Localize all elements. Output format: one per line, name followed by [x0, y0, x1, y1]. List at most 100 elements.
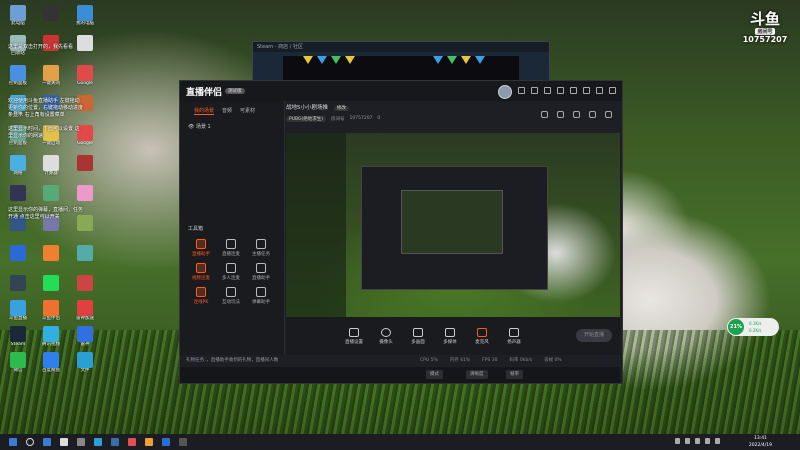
- desktop-icon[interactable]: 文件: [70, 352, 100, 374]
- desktop-icon[interactable]: 网络: [3, 155, 33, 177]
- room-title[interactable]: 战地5小小剧场推: [286, 105, 328, 111]
- shop-icon[interactable]: [557, 111, 564, 118]
- desktop-icon[interactable]: 控制面板: [3, 65, 33, 87]
- system-clock[interactable]: 13:41 2022/4/19: [749, 435, 772, 449]
- desktop-icon[interactable]: [70, 245, 100, 261]
- desktop-icon[interactable]: [36, 275, 66, 291]
- tool-label: 互动玩法: [222, 300, 240, 305]
- search-icon[interactable]: [26, 438, 34, 446]
- shield-icon[interactable]: [675, 438, 680, 444]
- app-icon: [77, 185, 93, 201]
- maximize-icon[interactable]: [596, 87, 603, 94]
- desktop-icon-label: 此电脑: [11, 21, 25, 26]
- network-monitor[interactable]: 21% 0.1K/s 0.2K/s: [727, 318, 779, 336]
- app-icon: [10, 155, 26, 171]
- taskbar-app-icon[interactable]: [162, 438, 170, 446]
- desktop-icon[interactable]: 计算器: [36, 155, 66, 177]
- desktop-icon[interactable]: 斗鱼伴侣: [36, 300, 66, 322]
- tool-button[interactable]: 直播助手: [186, 239, 216, 257]
- desktop-icon[interactable]: [36, 5, 66, 21]
- user-icon[interactable]: [573, 111, 580, 118]
- skin-icon[interactable]: [518, 87, 525, 94]
- edit-room-button[interactable]: 修改: [333, 106, 349, 111]
- close-icon[interactable]: [609, 87, 616, 94]
- tool-button[interactable]: 互动玩法: [216, 287, 246, 305]
- live-settings-button[interactable]: 直播设置: [340, 327, 368, 345]
- microphone-button[interactable]: 麦克风: [468, 327, 496, 345]
- desktop-icon[interactable]: [70, 275, 100, 291]
- minimize-icon[interactable]: [583, 87, 590, 94]
- tool-button[interactable]: 连线PK: [186, 287, 216, 305]
- network-icon[interactable]: [695, 438, 700, 444]
- tool-button[interactable]: 多人连麦: [216, 263, 246, 281]
- desktop-icon[interactable]: 微信: [3, 352, 33, 374]
- tool-label: 连线PK: [193, 300, 209, 305]
- desktop-icon[interactable]: 此电脑: [3, 5, 33, 27]
- desktop-icon[interactable]: 我的电脑: [70, 5, 100, 27]
- taskbar-app-icon[interactable]: [94, 438, 102, 446]
- menu-icon[interactable]: [570, 87, 577, 94]
- camera-button[interactable]: 摄像头: [372, 327, 400, 345]
- taskbar-app-icon[interactable]: [77, 438, 85, 446]
- bell-icon[interactable]: [589, 111, 596, 118]
- desktop-icon[interactable]: 百度网盘: [36, 352, 66, 374]
- app-titlebar[interactable]: 直播伴侣 测试版: [180, 81, 622, 101]
- desktop-icon[interactable]: 腾讯视频: [36, 326, 66, 348]
- desktop-icon[interactable]: Steam: [3, 326, 33, 348]
- avatar[interactable]: [498, 85, 512, 99]
- quality-select[interactable]: 清晰度: [466, 370, 488, 379]
- desktop-icon[interactable]: [70, 185, 100, 201]
- tool-button[interactable]: 直播助手: [246, 263, 276, 281]
- speaker-button[interactable]: 扬声器: [500, 327, 528, 345]
- desktop-icon[interactable]: [3, 185, 33, 201]
- desktop-icon[interactable]: 雷神加速: [70, 300, 100, 322]
- streaming-companion-window[interactable]: 直播伴侣 测试版 我的场景 音频 可素材 👁 场景 1 工具箱 直播助手 直播连麦…: [179, 80, 623, 384]
- tab-audio[interactable]: 音频: [222, 107, 232, 115]
- bag-icon[interactable]: [544, 87, 551, 94]
- tool-button[interactable]: 弹幕助手: [246, 287, 276, 305]
- tool-button[interactable]: 视频连麦: [186, 263, 216, 281]
- taskbar-app-icon[interactable]: [128, 438, 136, 446]
- multi-screen-button[interactable]: 多画面: [404, 327, 432, 345]
- room-label: 房间号: [755, 28, 775, 35]
- tab-my-scenes[interactable]: 我的场景: [194, 107, 215, 115]
- taskbar-app-icon[interactable]: [60, 438, 68, 446]
- room-icons: [541, 111, 612, 118]
- message-icon[interactable]: [531, 87, 538, 94]
- desktop-icon[interactable]: [3, 245, 33, 261]
- desktop-icon[interactable]: [70, 155, 100, 171]
- start-live-button[interactable]: 开始直播: [576, 329, 612, 342]
- desktop-icon[interactable]: 一键关闭: [36, 65, 66, 87]
- battery-icon[interactable]: [705, 438, 710, 444]
- speaker-icon[interactable]: [685, 438, 690, 444]
- stream-preview[interactable]: [286, 133, 620, 317]
- taskbar-app-icon[interactable]: [179, 438, 187, 446]
- desktop-icon[interactable]: 雷神: [70, 326, 100, 348]
- mode-select[interactable]: 模式: [426, 370, 443, 379]
- tool-button[interactable]: 主播任务: [246, 239, 276, 257]
- desktop-icon[interactable]: Google: [70, 65, 100, 87]
- start-icon[interactable]: [9, 438, 17, 446]
- steam-titlebar[interactable]: Steam - 商店 / 社区: [253, 42, 549, 52]
- app-icon: [77, 275, 93, 291]
- scene-item[interactable]: 👁 场景 1: [180, 121, 284, 132]
- desktop-icon[interactable]: [3, 275, 33, 291]
- fps-select[interactable]: 帧率: [506, 370, 523, 379]
- tool-button[interactable]: 直播连麦: [216, 239, 246, 257]
- settings-icon[interactable]: [557, 87, 564, 94]
- taskbar-app-icon[interactable]: [111, 438, 119, 446]
- ime-icon[interactable]: [715, 438, 720, 444]
- play-icon: [445, 327, 455, 337]
- taskbar-app-icon[interactable]: [43, 438, 51, 446]
- tab-materials[interactable]: 可素材: [240, 107, 255, 115]
- share-icon[interactable]: [605, 111, 612, 118]
- taskbar-app-icon[interactable]: [145, 438, 153, 446]
- desktop-icon[interactable]: [36, 245, 66, 261]
- app-icon: [43, 65, 59, 81]
- desktop-icon[interactable]: [36, 185, 66, 201]
- desktop-icon[interactable]: 斗鱼直播: [3, 300, 33, 322]
- category-chip[interactable]: PUBG(绝地求生): [286, 116, 327, 122]
- app-icon: [77, 352, 93, 368]
- media-button[interactable]: 多媒体: [436, 327, 464, 345]
- gift-icon[interactable]: [541, 111, 548, 118]
